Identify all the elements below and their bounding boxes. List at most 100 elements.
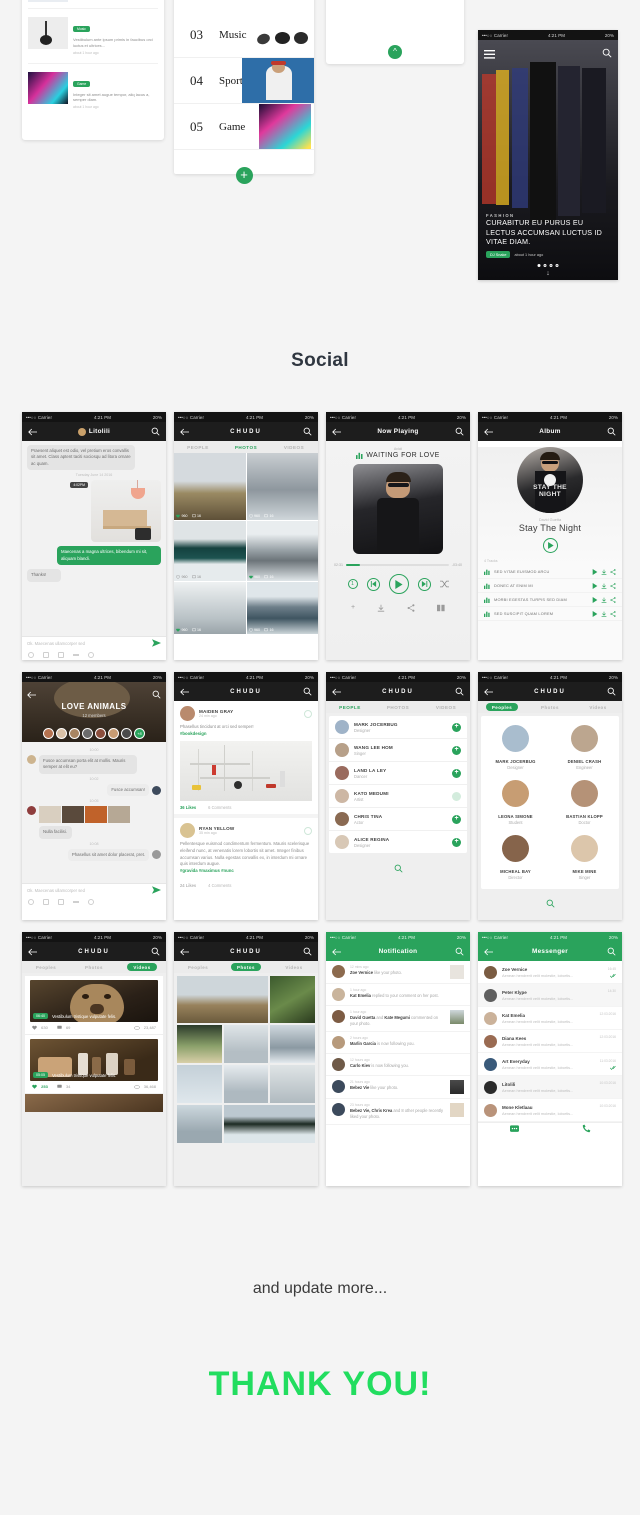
search-icon[interactable] bbox=[607, 683, 616, 701]
category-row[interactable]: 03 Music bbox=[174, 12, 314, 58]
now-playing-screen[interactable]: •••○○ Carrier 4:21 PM 20% Now Playing Avi… bbox=[326, 412, 470, 660]
tab-peoples[interactable]: Peoples bbox=[478, 701, 526, 713]
video-thumbnail[interactable]: 06:40 Vestibulum tristique vulputate fel… bbox=[30, 980, 158, 1022]
thread-list[interactable]: Zoe Vernice Aenean hendrerit velit moles… bbox=[478, 961, 622, 1122]
track-actions[interactable] bbox=[592, 596, 616, 603]
search-icon[interactable] bbox=[151, 423, 160, 441]
notification-screen[interactable]: •••○○ Carrier 4:21 PM 20% Notification 12… bbox=[326, 932, 470, 1186]
next-icon[interactable] bbox=[417, 577, 431, 591]
tab-people[interactable]: PEOPLE bbox=[326, 701, 374, 713]
photo-cell[interactable] bbox=[270, 1025, 315, 1063]
carousel-dots[interactable] bbox=[537, 264, 559, 267]
chat-gallery[interactable] bbox=[39, 806, 130, 824]
back-icon[interactable] bbox=[180, 423, 189, 441]
download-icon[interactable] bbox=[377, 604, 385, 614]
back-icon[interactable] bbox=[484, 683, 493, 701]
tab-videos[interactable]: Videos bbox=[574, 701, 622, 713]
tab-bar[interactable]: Peoples Photos Videos bbox=[22, 961, 166, 973]
list-item[interactable]: 21 hours ago Bebez Vie like your photo. bbox=[326, 1076, 470, 1099]
tab-videos[interactable]: Videos bbox=[270, 961, 318, 973]
post-image[interactable] bbox=[180, 741, 312, 802]
photo-cell[interactable] bbox=[270, 1065, 315, 1103]
post-tag[interactable]: #bookdesign bbox=[180, 731, 312, 738]
search-icon[interactable] bbox=[303, 943, 312, 961]
people-grid[interactable]: MARK JOCERBUG Designer DENIEL CRASH Engi… bbox=[481, 716, 619, 889]
chat-image[interactable] bbox=[91, 480, 161, 543]
send-icon[interactable] bbox=[152, 885, 161, 895]
video-thumbnail[interactable]: 05:05 Vestibulum tristique vulputate fel… bbox=[30, 1039, 158, 1081]
bottom-bar[interactable] bbox=[478, 1122, 622, 1135]
hero-badge[interactable]: DJ Snake bbox=[486, 251, 511, 258]
back-icon[interactable] bbox=[28, 423, 37, 441]
post-likes[interactable]: 36 Likes bbox=[180, 805, 196, 810]
photo-cell[interactable]: 960 16 bbox=[174, 521, 246, 581]
grid-item[interactable]: MICHEAL BAY Director bbox=[481, 830, 550, 885]
post-comments[interactable]: 6 Comments bbox=[208, 805, 231, 810]
like-chip[interactable]: 630 bbox=[32, 1025, 48, 1030]
list-item[interactable]: Peter Klype Aenean hendrerit velit moles… bbox=[478, 984, 622, 1007]
tab-photos[interactable]: Photos bbox=[222, 961, 270, 973]
playback-controls[interactable]: 1 bbox=[326, 571, 470, 597]
list-item[interactable]: Zoe Vernice Aenean hendrerit velit moles… bbox=[478, 961, 622, 984]
fashion-hero-screen[interactable]: •••○○ Carrier 4:21 PM 20% FASHION CURABIT… bbox=[478, 30, 618, 280]
photo-cell[interactable] bbox=[177, 1105, 222, 1143]
album-screen[interactable]: •••○○ Carrier 4:21 PM 20% Album STAY THE … bbox=[478, 412, 622, 660]
people-list-screen[interactable]: •••○○ Carrier 4:21 PM 20% CHUDU PEOPLE PH… bbox=[326, 672, 470, 920]
notification-thumbnail[interactable] bbox=[450, 1079, 464, 1094]
tab-bar[interactable]: PEOPLE PHOTOS VIDEOS bbox=[326, 701, 470, 713]
comment-chip[interactable]: 16 bbox=[191, 514, 201, 518]
tab-peoples[interactable]: Peoples bbox=[174, 961, 222, 973]
notification-actor[interactable]: Kat Emelia bbox=[350, 993, 371, 998]
photo-cell[interactable]: 960 16 bbox=[246, 453, 318, 520]
notification-actor[interactable]: Bebez Vie, Chris Krea bbox=[350, 1108, 392, 1113]
photo-cell[interactable]: 960 16 bbox=[246, 521, 318, 581]
notification-actor[interactable]: Marlin Garcia bbox=[350, 1041, 376, 1046]
play-icon[interactable] bbox=[542, 538, 558, 553]
add-person-button[interactable]: + bbox=[452, 745, 461, 755]
seek-bar-row[interactable]: 02:31 -03:40 bbox=[326, 559, 470, 571]
list-item[interactable]: Litolili Aenean hendrerit velit molestie… bbox=[478, 1076, 622, 1099]
back-icon[interactable] bbox=[28, 943, 37, 961]
search-icon[interactable] bbox=[303, 683, 312, 701]
people-list[interactable]: MARK JOCERBUG Designer + WANG LEE HOM Si… bbox=[329, 716, 467, 853]
send-icon[interactable] bbox=[152, 638, 161, 648]
comment-chip[interactable]: 16 bbox=[264, 628, 274, 632]
gallery-icon[interactable] bbox=[43, 651, 49, 658]
gallery-icon[interactable] bbox=[43, 898, 49, 905]
photo-cell[interactable] bbox=[177, 1065, 222, 1103]
search-icon[interactable] bbox=[602, 45, 612, 63]
like-chip[interactable]: 960 bbox=[176, 575, 188, 579]
like-chip[interactable]: 960 bbox=[248, 575, 260, 579]
like-chip[interactable]: 960 bbox=[248, 514, 260, 518]
add-person-button[interactable]: + bbox=[452, 722, 461, 732]
search-icon[interactable] bbox=[455, 683, 464, 701]
add-person-button[interactable]: + bbox=[452, 814, 461, 824]
menu-icon[interactable] bbox=[484, 46, 495, 64]
list-item[interactable]: about 1 hour ago bbox=[28, 0, 158, 8]
back-icon[interactable] bbox=[332, 683, 341, 701]
photo-cell[interactable]: 960 16 bbox=[174, 582, 246, 634]
comment-chip[interactable]: 16 bbox=[264, 514, 274, 518]
tab-photos[interactable]: Photos bbox=[526, 701, 574, 713]
list-item[interactable]: 12 hours ago Carlo Kiev is now following… bbox=[326, 1054, 470, 1076]
avatar[interactable] bbox=[180, 706, 195, 721]
back-icon[interactable] bbox=[180, 683, 189, 701]
track-row[interactable]: MORBI EGESTAS TURPIS SED DIAM bbox=[478, 593, 622, 607]
feed-post[interactable]: MAIDEN GRAY 24 min ago Phasellus tincidu… bbox=[174, 701, 318, 814]
tab-photos[interactable]: Photos bbox=[70, 961, 118, 973]
videos-screen[interactable]: •••○○ Carrier 4:21 PM 20% CHUDU Peoples P… bbox=[22, 932, 166, 1186]
photo-cell[interactable] bbox=[177, 976, 269, 1023]
tab-bar[interactable]: Peoples Photos Videos bbox=[174, 961, 318, 973]
gif-icon[interactable] bbox=[73, 653, 79, 656]
comment-chip[interactable]: 16 bbox=[264, 575, 274, 579]
add-button[interactable]: + bbox=[235, 166, 253, 184]
list-item[interactable]: WANG LEE HOM Singer + bbox=[329, 739, 467, 762]
bottom-search-icon[interactable] bbox=[326, 856, 470, 882]
list-item[interactable]: Game Integer sit amet augue tempor, aliq… bbox=[28, 62, 158, 118]
list-item[interactable]: ALICE REGINA Designer + bbox=[329, 831, 467, 853]
member-avatars[interactable]: +5 bbox=[22, 728, 166, 739]
feed-post[interactable]: RYAN YELLOW 35 min ago Pellentesque euis… bbox=[174, 814, 318, 891]
back-icon[interactable] bbox=[484, 943, 493, 961]
like-chip[interactable]: 960 bbox=[248, 628, 260, 632]
category-row[interactable]: 04 Sport bbox=[174, 58, 314, 104]
